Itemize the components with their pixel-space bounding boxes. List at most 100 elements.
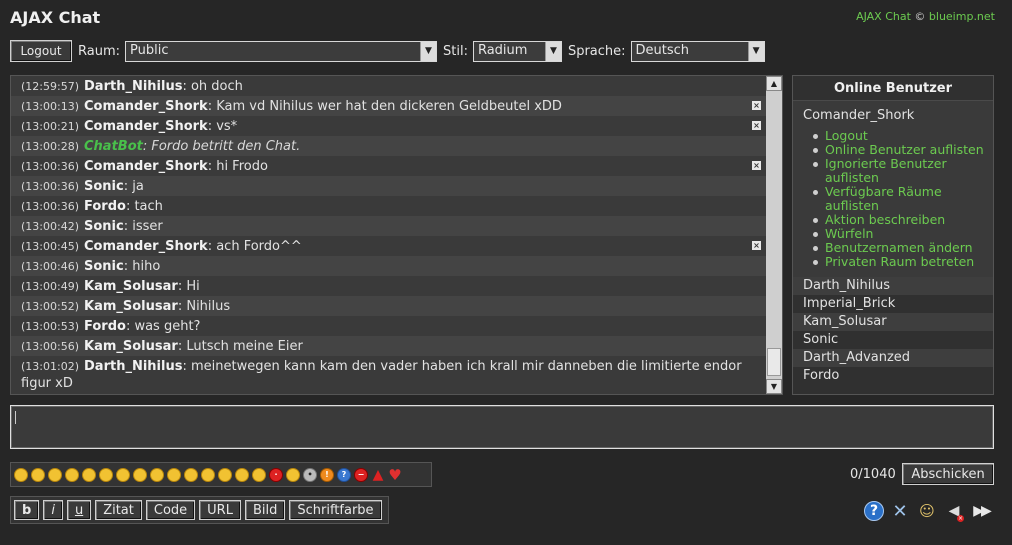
scroll-up-icon[interactable]: ▲: [766, 76, 782, 91]
message-author[interactable]: ChatBot: [84, 139, 143, 154]
chat-scrollbar[interactable]: ▲ ▼: [766, 76, 782, 394]
online-user[interactable]: Kam_Solusar: [793, 313, 993, 331]
devil-icon[interactable]: ·: [269, 467, 283, 482]
message-text: Fordo betritt den Chat.: [151, 139, 301, 154]
message-timestamp: (13:00:28): [21, 140, 79, 153]
user-menu-item[interactable]: Würfeln: [811, 227, 993, 241]
grin-icon[interactable]: [82, 467, 96, 482]
logout-button[interactable]: Logout: [10, 40, 72, 62]
message-timestamp: (13:00:13): [21, 100, 79, 113]
tongue-icon[interactable]: [65, 467, 79, 482]
scroll-thumb[interactable]: [767, 348, 781, 376]
laugh-icon[interactable]: [201, 467, 215, 482]
message-author[interactable]: Fordo: [84, 199, 126, 214]
neutral-icon[interactable]: [99, 467, 113, 482]
online-user[interactable]: Darth_Advanzed: [793, 349, 993, 367]
message-author[interactable]: Sonic: [84, 179, 124, 194]
user-menu-item[interactable]: Online Benutzer auflisten: [811, 143, 993, 157]
wink-icon[interactable]: [48, 467, 62, 482]
bold-button[interactable]: b: [14, 500, 40, 520]
chat-message: (13:00:42) Sonic: isser: [11, 216, 767, 236]
message-author[interactable]: Kam_Solusar: [84, 339, 178, 354]
italic-button[interactable]: i: [43, 500, 63, 520]
credit-vendor-link[interactable]: blueimp.net: [929, 10, 995, 23]
message-author[interactable]: Comander_Shork: [84, 159, 208, 174]
exclamation-icon[interactable]: !: [320, 467, 334, 482]
shock-icon[interactable]: [235, 467, 249, 482]
cry-icon[interactable]: [218, 467, 232, 482]
message-timestamp: (13:00:52): [21, 300, 79, 313]
message-separator: :: [207, 159, 217, 174]
blush-icon[interactable]: [133, 467, 147, 482]
settings-icon[interactable]: ✕: [889, 500, 911, 522]
url-button[interactable]: URL: [199, 500, 241, 520]
chat-options: ? ✕ ☺ ◀ × ▶▶: [864, 499, 997, 523]
message-text: ja: [132, 179, 144, 194]
help-icon[interactable]: ?: [864, 501, 884, 521]
user-menu-item[interactable]: Verfügbare Räume auflisten: [811, 185, 993, 213]
image-button[interactable]: Bild: [244, 500, 286, 520]
user-menu-item[interactable]: Ignorierte Benutzer auflisten: [811, 157, 993, 185]
online-user[interactable]: Sonic: [793, 331, 993, 349]
message-author[interactable]: Comander_Shork: [84, 119, 208, 134]
message-input[interactable]: [10, 405, 994, 449]
chat-message: (13:00:28) ChatBot: Fordo betritt den Cha…: [11, 136, 767, 156]
delete-message-icon[interactable]: ×: [752, 161, 761, 170]
message-author[interactable]: Kam_Solusar: [84, 279, 178, 294]
code-button[interactable]: Code: [145, 500, 196, 520]
user-menu-item[interactable]: Benutzernamen ändern: [811, 241, 993, 255]
chat-message: (13:00:21) Comander_Shork: vs* ×: [11, 116, 767, 136]
message-author[interactable]: Fordo: [84, 319, 126, 334]
heart-icon[interactable]: ♥: [388, 466, 402, 484]
chat-message: (13:00:56) Kam_Solusar: Lutsch meine Eier: [11, 336, 767, 356]
surprised-icon[interactable]: [116, 467, 130, 482]
message-author[interactable]: Comander_Shork: [84, 239, 208, 254]
autoscroll-icon[interactable]: ▶▶: [970, 500, 992, 522]
message-author[interactable]: Sonic: [84, 219, 124, 234]
room-select[interactable]: Public ▼: [125, 40, 437, 62]
user-menu-item[interactable]: Privaten Raum betreten: [811, 255, 993, 269]
sound-muted-icon[interactable]: ◀ ×: [943, 500, 965, 522]
chat-message-list[interactable]: (12:59:57) Darth_Nihilus: oh doch (13:00:1…: [10, 75, 783, 395]
message-author[interactable]: Sonic: [84, 259, 124, 274]
user-menu-item[interactable]: Logout: [811, 129, 993, 143]
glasses-icon[interactable]: [167, 467, 181, 482]
message-timestamp: (13:00:53): [21, 320, 79, 333]
send-button[interactable]: Abschicken: [902, 463, 994, 485]
delete-message-icon[interactable]: ×: [752, 101, 761, 110]
sad-icon[interactable]: [31, 467, 45, 482]
scroll-down-icon[interactable]: ▼: [766, 379, 782, 394]
message-separator: :: [123, 259, 133, 274]
online-user[interactable]: Fordo: [793, 367, 993, 385]
font-color-button[interactable]: Schriftfarbe: [289, 500, 382, 520]
smile-icon[interactable]: [14, 467, 28, 482]
message-author[interactable]: Darth_Nihilus: [84, 79, 182, 94]
message-timestamp: (13:00:56): [21, 340, 79, 353]
message-author[interactable]: Darth_Nihilus: [84, 359, 182, 374]
message-author[interactable]: Kam_Solusar: [84, 299, 178, 314]
cool-icon[interactable]: [184, 467, 198, 482]
online-user[interactable]: Darth_Nihilus: [793, 277, 993, 295]
underline-button[interactable]: u: [66, 500, 92, 520]
current-user-entry[interactable]: Comander_Shork Logout Online Benutzer auf…: [793, 101, 993, 277]
delete-message-icon[interactable]: ×: [752, 121, 761, 130]
happy-icon[interactable]: [252, 467, 266, 482]
monkey-icon[interactable]: [286, 467, 300, 482]
user-menu-item[interactable]: Aktion beschreiben: [811, 213, 993, 227]
online-user[interactable]: Imperial_Brick: [793, 295, 993, 313]
online-list-icon[interactable]: ☺: [916, 500, 938, 522]
quote-button[interactable]: Zitat: [95, 500, 142, 520]
question-icon[interactable]: ?: [337, 467, 351, 482]
warning-icon[interactable]: ▲: [371, 467, 385, 483]
message-timestamp: (13:00:36): [21, 200, 79, 213]
message-text: vs*: [216, 119, 238, 134]
delete-message-icon[interactable]: ×: [752, 241, 761, 250]
style-select[interactable]: Radium ▼: [472, 40, 562, 62]
chevron-down-icon: ▼: [747, 41, 764, 61]
nerd-icon[interactable]: [150, 467, 164, 482]
stop-icon[interactable]: −: [354, 467, 368, 482]
credit-sep: ©: [914, 10, 926, 23]
message-author[interactable]: Comander_Shork: [84, 99, 208, 114]
language-select[interactable]: Deutsch ▼: [630, 40, 765, 62]
idea-icon[interactable]: •: [303, 467, 317, 482]
